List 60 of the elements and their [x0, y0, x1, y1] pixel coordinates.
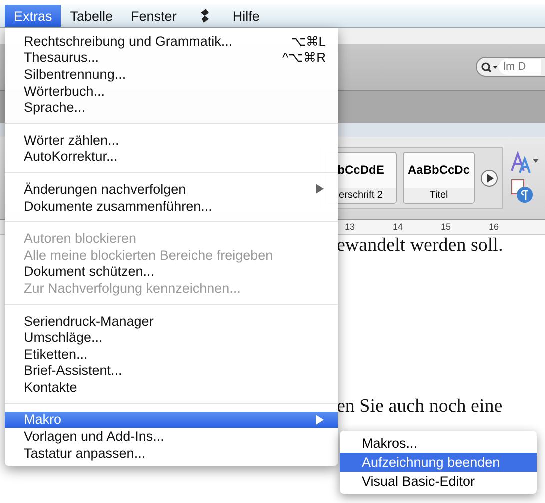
style-sample: bCcDdE	[338, 162, 384, 177]
menu-item-label: Änderungen nachverfolgen	[24, 182, 188, 197]
ruler-number: 15	[441, 222, 452, 232]
menu-bar-item[interactable]: Extras	[5, 5, 62, 27]
menu-item[interactable]: Vorlagen und Add-Ins...	[5, 428, 338, 445]
menu-item-label: Silbentrennung...	[24, 66, 128, 82]
style-preview[interactable]: AaBbCcDc Titel	[403, 152, 475, 204]
menu-item[interactable]: Wörter zählen...	[5, 132, 338, 149]
menu-item[interactable]: Umschläge...	[5, 329, 338, 346]
menu-item-label: Tastatur anpassen...	[24, 446, 147, 461]
menu-item[interactable]: Kontakte	[5, 379, 338, 396]
ruler-number: 14	[393, 222, 404, 232]
menu-bar-item[interactable]: Hilfe	[224, 5, 269, 27]
menu-item-label: Dokument schützen...	[24, 264, 156, 280]
menu-item-label: Thesaurus...	[24, 50, 100, 66]
menu-item-label: Sprache...	[24, 100, 87, 116]
menu-item[interactable]: Makro	[5, 412, 338, 428]
menu-item-label: Zur Nachverfolgung kennzeichnen...	[24, 280, 242, 296]
menu-bar-item[interactable]: Tabelle	[61, 5, 122, 27]
shortcut-text: ⌥⌘L	[290, 34, 326, 49]
menu-item[interactable]: Thesaurus... ^⌥⌘R	[5, 50, 338, 66]
menu-item[interactable]: Silbentrennung...	[5, 66, 338, 83]
menu-item-label: Alle meine blockierten Bereiche freigeben	[24, 248, 274, 263]
menu-item-label: Brief-Assistent...	[24, 363, 124, 378]
menu-item-label: Autoren blockieren	[24, 231, 138, 246]
menu-item[interactable]: Seriendruck-Manager	[5, 312, 338, 330]
search-icon	[481, 62, 499, 72]
submenu-item[interactable]: Makros...	[340, 434, 537, 453]
menu-item-label: AutoKorrektur...	[24, 149, 119, 164]
document-text: en Sie auch noch eine	[337, 396, 504, 418]
menu-item-label: Wörterbuch...	[24, 84, 106, 99]
menu-item[interactable]: Dokument schützen...	[5, 264, 338, 280]
menu-item[interactable]: Rechtschreibung und Grammatik... ⌥⌘L	[5, 33, 338, 50]
submenu-item[interactable]: Visual Basic-Editor	[340, 472, 537, 491]
submenu-item[interactable]: Aufzeichnung beenden	[340, 453, 537, 472]
document-text: ewandelt werden soll.	[337, 235, 504, 257]
menu-item[interactable]: Tastatur anpassen...	[5, 444, 338, 462]
menu-item-label: Seriendruck-Manager	[24, 314, 155, 329]
pilcrow-icon[interactable]	[511, 179, 535, 205]
search-field[interactable]: Im D	[476, 57, 545, 77]
menu-item-label: Vorlagen und Add-Ins...	[24, 429, 166, 444]
menu-item-label: Wörter zählen...	[24, 132, 120, 148]
style-sample: AaBbCcDc	[408, 162, 470, 177]
menu-item[interactable]: Sprache...	[5, 99, 338, 116]
menu-bar-item[interactable]: Fenster	[122, 5, 186, 27]
menu-item[interactable]: Etiketten...	[5, 346, 338, 362]
menu-item-label: Dokumente zusammenführen...	[24, 198, 214, 214]
menu-item-label: Makro	[24, 412, 63, 428]
ruler-number: 16	[489, 222, 500, 232]
menu-item-label: Rechtschreibung und Grammatik...	[24, 34, 234, 49]
text-style-icon[interactable]	[511, 151, 541, 175]
menu-item-label: Kontakte	[24, 380, 78, 395]
menu-item-label: Etiketten...	[24, 346, 89, 362]
shortcut-text: ^⌥⌘R	[282, 50, 326, 66]
menu-item[interactable]: Wörterbuch...	[5, 82, 338, 100]
ruler-number: 13	[345, 222, 356, 232]
next-icon[interactable]	[481, 170, 498, 186]
menu-item[interactable]: Brief-Assistent...	[5, 362, 338, 380]
menu-item-label: Umschläge...	[24, 330, 104, 346]
style-name: Titel	[404, 188, 474, 203]
